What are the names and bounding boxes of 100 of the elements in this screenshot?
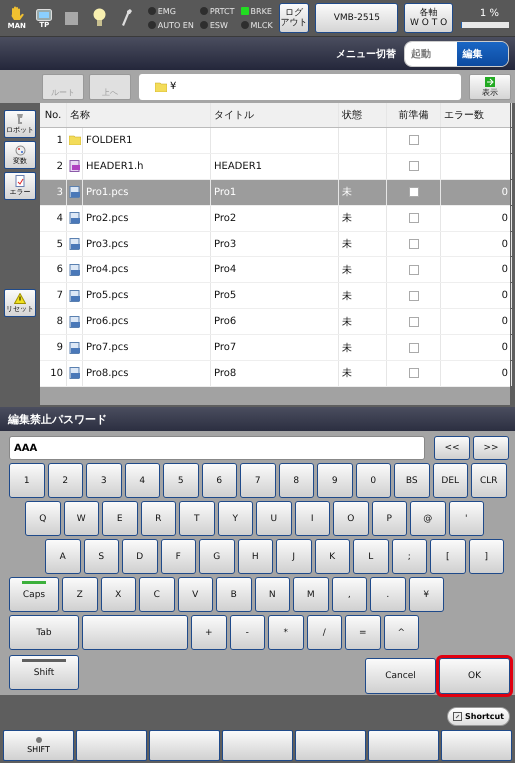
table-row[interactable]: 7 Pro5.pcs Pro5 未 0 — [40, 283, 510, 310]
keyboard-key[interactable]: DEL — [432, 463, 468, 498]
menu-segment[interactable]: 起動 — [405, 42, 456, 66]
keyboard-key[interactable]: / — [306, 615, 342, 650]
table-cell: 未 — [339, 283, 387, 308]
model-button[interactable]: VMB-2515 — [315, 3, 398, 33]
keyboard-key[interactable]: 3 — [86, 463, 122, 498]
keyboard-key[interactable]: K — [314, 539, 350, 574]
ok-button[interactable]: OK — [439, 658, 510, 694]
checkbox[interactable] — [408, 187, 418, 198]
keyboard-key[interactable]: 6 — [202, 463, 237, 498]
keyboard-key[interactable]: I — [294, 501, 330, 536]
shift-function-key[interactable]: SHIFT — [3, 730, 74, 761]
checkbox[interactable] — [408, 213, 418, 224]
keyboard-key[interactable]: S — [84, 539, 119, 574]
cursor-button[interactable]: << — [434, 436, 470, 460]
password-field[interactable]: AAA — [9, 436, 425, 460]
keyboard-key[interactable]: ¥ — [408, 577, 444, 612]
keyboard-key[interactable]: ; — [392, 539, 427, 574]
caps-key[interactable]: Caps — [9, 577, 59, 612]
table-row[interactable]: 2 HEADER1.h HEADER1 — [40, 154, 510, 180]
keyboard-key[interactable]: A — [45, 539, 80, 574]
keyboard-key[interactable]: H — [238, 539, 273, 574]
keyboard-key[interactable]: , — [332, 577, 367, 612]
keyboard-key[interactable]: E — [102, 501, 138, 536]
cancel-button[interactable]: Cancel — [365, 658, 436, 694]
keyboard-key[interactable]: CLR — [471, 463, 506, 498]
function-key[interactable] — [441, 730, 512, 761]
function-key[interactable] — [76, 730, 147, 761]
table-row[interactable]: 8 Pro6.pcs Pro6 未 0 — [40, 309, 510, 336]
keyboard-key[interactable]: U — [256, 501, 292, 536]
keyboard-key[interactable]: X — [100, 577, 136, 612]
keyboard-key[interactable]: 7 — [240, 463, 276, 498]
function-key[interactable] — [295, 730, 366, 761]
shortcut-button[interactable]: Shortcut — [447, 707, 510, 726]
keyboard-key[interactable]: [ — [430, 539, 466, 574]
table-row[interactable]: 6 Pro4.pcs Pro4 未 0 — [40, 257, 510, 284]
checkbox[interactable] — [408, 161, 418, 172]
function-key[interactable] — [149, 730, 220, 761]
table-row[interactable]: 9 Pro7.pcs Pro7 未 0 — [40, 335, 510, 362]
axis-button[interactable]: 各軸 W O T O — [404, 3, 453, 33]
keyboard-key[interactable]: 1 — [9, 463, 44, 498]
table-row[interactable]: 5 Pro3.pcs Pro3 未 0 — [40, 232, 510, 258]
keyboard-key[interactable]: 2 — [48, 463, 83, 498]
function-key[interactable] — [222, 730, 293, 761]
table-row[interactable]: 1 FOLDER1 — [40, 128, 510, 154]
keyboard-key[interactable]: C — [139, 577, 174, 612]
function-key[interactable] — [368, 730, 439, 761]
keyboard-key[interactable]: L — [353, 539, 388, 574]
keyboard-key[interactable]: 9 — [317, 463, 352, 498]
keyboard-key[interactable]: 0 — [356, 463, 391, 498]
keyboard-key[interactable]: Y — [218, 501, 253, 536]
document-icon — [68, 367, 80, 380]
keyboard-key[interactable]: W — [64, 501, 99, 536]
keyboard-key[interactable]: 8 — [278, 463, 314, 498]
keyboard-key[interactable]: = — [345, 615, 380, 650]
checkbox[interactable] — [408, 264, 418, 275]
keyboard-key[interactable]: B — [216, 577, 252, 612]
keyboard-key[interactable]: V — [178, 577, 213, 612]
checkbox[interactable] — [408, 342, 418, 353]
path-field[interactable]: ¥ — [139, 74, 461, 100]
space-key[interactable] — [82, 615, 188, 650]
checkbox[interactable] — [408, 135, 418, 146]
keyboard-key[interactable]: T — [179, 501, 214, 536]
menu-segment[interactable]: 編集 — [456, 42, 508, 66]
keyboard-key[interactable]: R — [140, 501, 176, 536]
keyboard-key[interactable]: N — [254, 577, 290, 612]
keyboard-key[interactable]: 5 — [163, 463, 198, 498]
keyboard-key[interactable]: P — [372, 501, 407, 536]
keyboard-key[interactable]: F — [160, 539, 196, 574]
keyboard-key[interactable]: M — [293, 577, 328, 612]
checkbox[interactable] — [408, 239, 418, 249]
table-row[interactable]: 4 Pro2.pcs Pro2 未 0 — [40, 206, 510, 232]
keyboard-key[interactable]: 4 — [124, 463, 160, 498]
table-row[interactable]: 10 Pro8.pcs Pro8 未 0 — [40, 361, 510, 387]
keyboard-key[interactable]: - — [230, 615, 265, 650]
keyboard-key[interactable]: ] — [468, 539, 504, 574]
cursor-button[interactable]: >> — [473, 436, 509, 460]
keyboard-key[interactable]: @ — [410, 501, 446, 536]
shift-key[interactable]: Shift — [9, 655, 79, 690]
checkbox[interactable] — [408, 316, 418, 327]
keyboard-key[interactable]: ' — [448, 501, 484, 536]
keyboard-key[interactable]: J — [276, 539, 312, 574]
keyboard-key[interactable]: G — [199, 539, 234, 574]
checkbox[interactable] — [408, 368, 418, 378]
checkbox[interactable] — [408, 290, 418, 301]
keyboard-key[interactable]: BS — [394, 463, 430, 498]
keyboard-key[interactable]: + — [191, 615, 226, 650]
show-button[interactable]: 表示 — [469, 74, 511, 100]
keyboard-key[interactable]: O — [333, 501, 368, 536]
keyboard-key[interactable]: * — [268, 615, 304, 650]
keyboard-key[interactable]: ^ — [384, 615, 419, 650]
keyboard-key[interactable]: Q — [25, 501, 60, 536]
document-check-icon — [15, 175, 25, 187]
keyboard-key[interactable]: Z — [62, 577, 98, 612]
keyboard-key[interactable]: Tab — [9, 615, 79, 650]
logout-button[interactable]: ログ アウト — [278, 3, 310, 33]
keyboard-key[interactable]: D — [122, 539, 158, 574]
table-cell: HEADER1.h — [83, 154, 211, 179]
keyboard-key[interactable]: . — [370, 577, 406, 612]
